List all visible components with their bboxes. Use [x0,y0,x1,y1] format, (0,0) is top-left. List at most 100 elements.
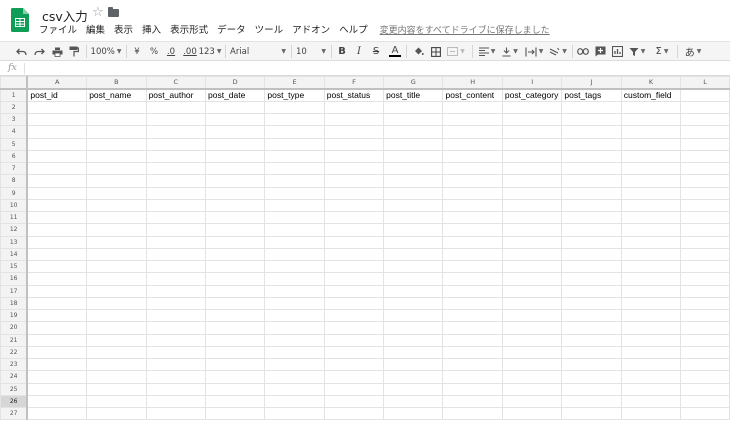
cell-e13[interactable] [264,235,325,249]
currency-format-button[interactable]: ¥ [131,44,143,59]
save-status-link[interactable]: 変更内容をすべてドライブに保存しました [380,24,550,38]
column-header-e[interactable]: E [264,75,325,90]
cell-i27[interactable] [501,406,563,421]
cell-l10[interactable] [680,198,730,213]
cell-g6[interactable] [383,149,444,164]
cell-g8[interactable] [383,174,444,188]
cell-h25[interactable] [442,382,503,396]
select-all-corner[interactable] [0,75,29,90]
cell-f24[interactable] [323,370,385,384]
cell-i6[interactable] [501,149,563,164]
cell-i3[interactable] [501,112,563,127]
cell-j23[interactable] [561,357,622,372]
cell-a17[interactable] [26,284,88,298]
strikethrough-button[interactable]: S [370,44,382,59]
cell-f21[interactable] [323,333,385,347]
cell-k16[interactable] [620,272,682,286]
row-header-17[interactable]: 17 [0,284,29,298]
row-header-1[interactable]: 1 [0,88,29,102]
cell-d1[interactable]: post_date [204,88,266,102]
cell-k1[interactable]: custom_field [620,88,682,102]
row-header-8[interactable]: 8 [0,174,29,188]
cell-a24[interactable] [26,370,88,384]
cell-d5[interactable] [204,137,266,151]
cell-k7[interactable] [620,161,682,176]
row-header-19[interactable]: 19 [0,308,29,323]
merge-cells-icon[interactable]: ▼ [446,44,466,59]
cell-i16[interactable] [501,272,563,286]
cell-f20[interactable] [323,321,385,335]
cell-h16[interactable] [442,272,503,286]
cell-d9[interactable] [204,186,266,200]
cell-k14[interactable] [620,247,682,262]
cell-k27[interactable] [620,406,682,421]
row-header-9[interactable]: 9 [0,186,29,200]
menu-data[interactable]: データ [217,24,246,38]
cell-c13[interactable] [145,235,207,249]
cell-h22[interactable] [442,345,503,360]
cell-e16[interactable] [264,272,325,286]
cell-f17[interactable] [323,284,385,298]
cell-i26[interactable] [501,394,563,409]
cell-j14[interactable] [561,247,622,262]
cell-i1[interactable]: post_category [501,88,563,102]
cell-d21[interactable] [204,333,266,347]
cell-g26[interactable] [383,394,444,409]
cell-b8[interactable] [86,174,147,188]
cell-d8[interactable] [204,174,266,188]
column-header-c[interactable]: C [145,75,207,90]
cell-a11[interactable] [26,210,88,225]
cell-e12[interactable] [264,223,325,237]
cell-e19[interactable] [264,308,325,323]
input-tools-select[interactable]: あ ▼ [682,44,704,59]
cell-i7[interactable] [501,161,563,176]
cell-g4[interactable] [383,125,444,139]
cell-g5[interactable] [383,137,444,151]
cell-d23[interactable] [204,357,266,372]
cell-g22[interactable] [383,345,444,360]
cell-k8[interactable] [620,174,682,188]
row-header-13[interactable]: 13 [0,235,29,249]
filter-icon[interactable]: ▼ [627,44,647,59]
cell-l6[interactable] [680,149,730,164]
cell-g25[interactable] [383,382,444,396]
cell-j4[interactable] [561,125,622,139]
cell-l18[interactable] [680,296,730,311]
cell-j25[interactable] [561,382,622,396]
column-header-h[interactable]: H [442,75,503,90]
cell-c4[interactable] [145,125,207,139]
cell-g10[interactable] [383,198,444,213]
cell-e24[interactable] [264,370,325,384]
cell-d22[interactable] [204,345,266,360]
cell-h15[interactable] [442,259,503,274]
menu-help[interactable]: ヘルプ [339,24,368,38]
cell-j11[interactable] [561,210,622,225]
cell-d7[interactable] [204,161,266,176]
cell-k6[interactable] [620,149,682,164]
cell-j15[interactable] [561,259,622,274]
cell-l7[interactable] [680,161,730,176]
cell-j21[interactable] [561,333,622,347]
cell-a7[interactable] [26,161,88,176]
cell-g13[interactable] [383,235,444,249]
cell-j27[interactable] [561,406,622,421]
cell-c20[interactable] [145,321,207,335]
column-header-l[interactable]: L [680,75,730,90]
row-header-25[interactable]: 25 [0,382,29,396]
cell-a18[interactable] [26,296,88,311]
cell-l11[interactable] [680,210,730,225]
cell-l19[interactable] [680,308,730,323]
cell-i9[interactable] [501,186,563,200]
cell-e22[interactable] [264,345,325,360]
row-header-3[interactable]: 3 [0,112,29,127]
cell-b20[interactable] [86,321,147,335]
more-formats-select[interactable]: 123 ▼ [199,44,222,59]
row-header-7[interactable]: 7 [0,161,29,176]
cell-a15[interactable] [26,259,88,274]
cell-i13[interactable] [501,235,563,249]
cell-a14[interactable] [26,247,88,262]
cell-b18[interactable] [86,296,147,311]
cell-e11[interactable] [264,210,325,225]
column-header-d[interactable]: D [204,75,266,90]
insert-chart-icon[interactable] [610,44,624,59]
